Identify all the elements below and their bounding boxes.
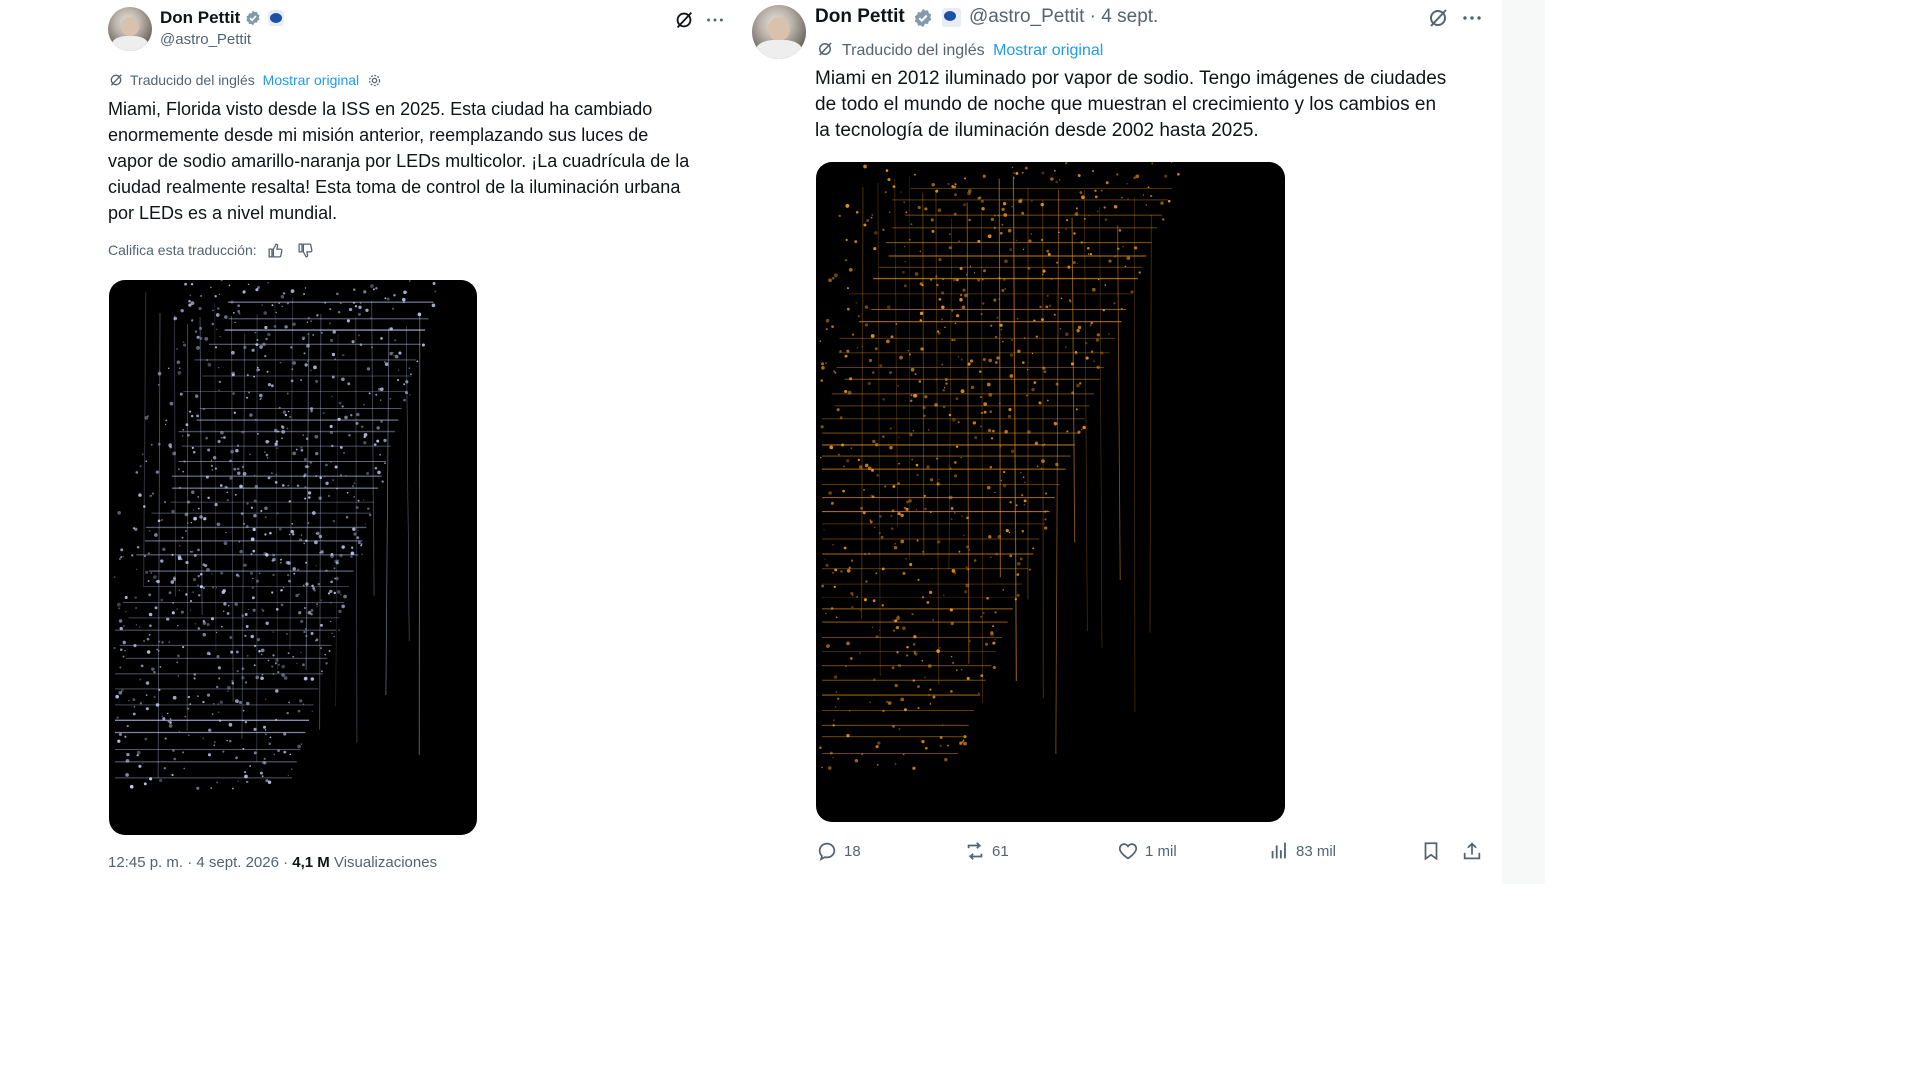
city-lights-sodium-image: [819, 162, 1180, 770]
views-button[interactable]: 83 mil: [1268, 840, 1336, 862]
affiliate-nasa-icon[interactable]: [942, 8, 961, 27]
reply-button[interactable]: 18: [816, 840, 861, 862]
show-original-link[interactable]: Mostrar original: [263, 72, 359, 88]
left-tweet: Don Pettit @astro_Pettit Traducido del i…: [0, 0, 730, 884]
bookmark-icon: [1424, 842, 1438, 861]
tweet-meta: 12:45 p. m. · 4 sept. 2026 · 4,1 M Visua…: [108, 854, 437, 871]
share-icon: [1463, 842, 1481, 860]
translate-icon: [819, 42, 832, 56]
more-icon[interactable]: [704, 9, 726, 31]
avatar[interactable]: [752, 5, 806, 59]
thumbs-down-icon[interactable]: [297, 242, 314, 259]
translated-label: Traducido del inglés: [130, 72, 255, 88]
share-button[interactable]: [1461, 840, 1483, 862]
tweet-text: Miami, Florida visto desde la ISS en 202…: [108, 99, 690, 223]
translate-icon: [110, 74, 122, 86]
verified-badge-icon: [914, 8, 932, 28]
repost-icon: [967, 842, 983, 860]
author-handle[interactable]: @astro_Pettit: [160, 31, 251, 48]
bookmark-button[interactable]: [1420, 840, 1442, 862]
author-handle-date[interactable]: @astro_Pettit · 4 sept.: [969, 6, 1158, 28]
views-count: 83 mil: [1296, 842, 1337, 860]
translation-bar: Traducido del inglés Mostrar original: [816, 40, 1103, 60]
view-label: Visualizaciones: [333, 854, 438, 871]
timestamp[interactable]: 12:45 p. m. · 4 sept. 2026 ·: [108, 854, 288, 871]
right-tweet: Don Pettit @astro_Pettit · 4 sept. Tradu…: [730, 0, 1502, 884]
avatar[interactable]: [108, 7, 152, 51]
view-count: 4,1 M: [292, 854, 330, 871]
repost-button[interactable]: 61: [964, 840, 1009, 862]
grok-icon[interactable]: [673, 9, 695, 31]
rate-translation: Califica esta traducción:: [108, 242, 314, 259]
rate-label: Califica esta traducción:: [108, 242, 257, 258]
verified-badge-icon: [246, 10, 260, 26]
tweet-photo[interactable]: [109, 280, 477, 835]
analytics-icon: [1271, 842, 1286, 859]
translated-label: Traducido del inglés: [842, 42, 985, 59]
repost-count: 61: [992, 842, 1009, 860]
author-name[interactable]: Don Pettit: [815, 6, 905, 28]
more-icon[interactable]: [1460, 6, 1484, 30]
tweet-photo[interactable]: [816, 162, 1285, 822]
grok-icon[interactable]: [1426, 6, 1450, 30]
right-tweet-column: Don Pettit @astro_Pettit · 4 sept. Tradu…: [730, 0, 1545, 884]
like-button[interactable]: 1 mil: [1117, 840, 1177, 862]
show-original-link[interactable]: Mostrar original: [993, 42, 1103, 59]
tweet-text: Miami en 2012 iluminado por vapor de sod…: [815, 68, 1447, 141]
like-count: 1 mil: [1145, 842, 1177, 860]
city-lights-led-image: [113, 280, 437, 790]
reply-count: 18: [844, 842, 861, 860]
affiliate-nasa-icon[interactable]: [268, 10, 284, 26]
settings-gear-icon[interactable]: [367, 73, 382, 88]
author-name[interactable]: Don Pettit: [160, 8, 240, 28]
thumbs-up-icon[interactable]: [267, 242, 284, 259]
translation-bar: Traducido del inglés Mostrar original: [108, 72, 382, 88]
heart-icon: [1118, 843, 1138, 860]
reply-icon: [818, 842, 836, 862]
